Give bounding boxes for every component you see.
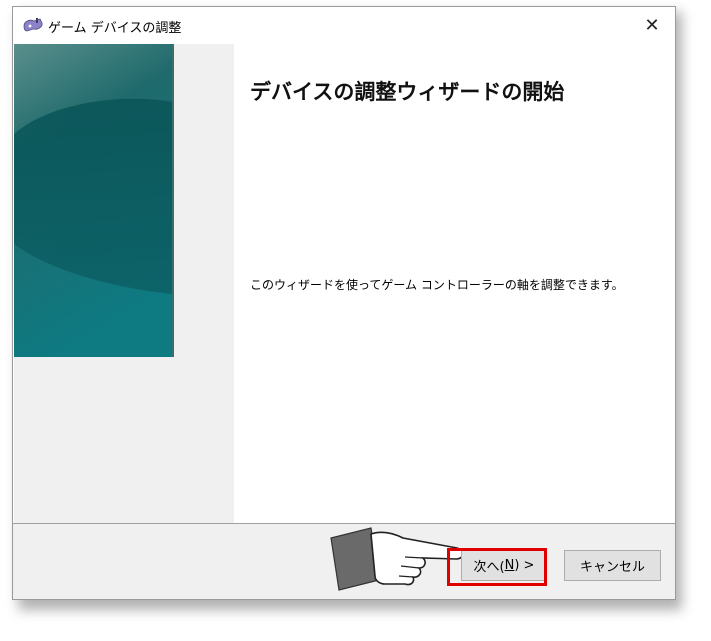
- close-icon: ✕: [644, 15, 660, 36]
- close-button[interactable]: ✕: [629, 7, 675, 44]
- cancel-button[interactable]: キャンセル: [564, 550, 661, 581]
- next-button-highlight: [447, 548, 547, 586]
- wizard-content: デバイスの調整ウィザードの開始 このウィザードを使ってゲーム コントローラーの軸…: [234, 44, 675, 523]
- wizard-heading: デバイスの調整ウィザードの開始: [250, 80, 565, 104]
- wizard-banner-image: [14, 44, 174, 357]
- joystick-icon: [23, 18, 43, 32]
- window-title: ゲーム デバイスの調整: [48, 21, 182, 36]
- wizard-sidebar: [14, 44, 234, 523]
- title-bar[interactable]: ゲーム デバイスの調整 ✕: [13, 7, 675, 44]
- wizard-footer: 次へ(N) > キャンセル: [13, 524, 675, 599]
- wizard-description: このウィザードを使ってゲーム コントローラーの軸を調整できます。: [250, 278, 624, 292]
- dialog-window: ゲーム デバイスの調整 ✕ デバイスの調整ウィザードの開始 このウィザードを使っ…: [12, 6, 676, 600]
